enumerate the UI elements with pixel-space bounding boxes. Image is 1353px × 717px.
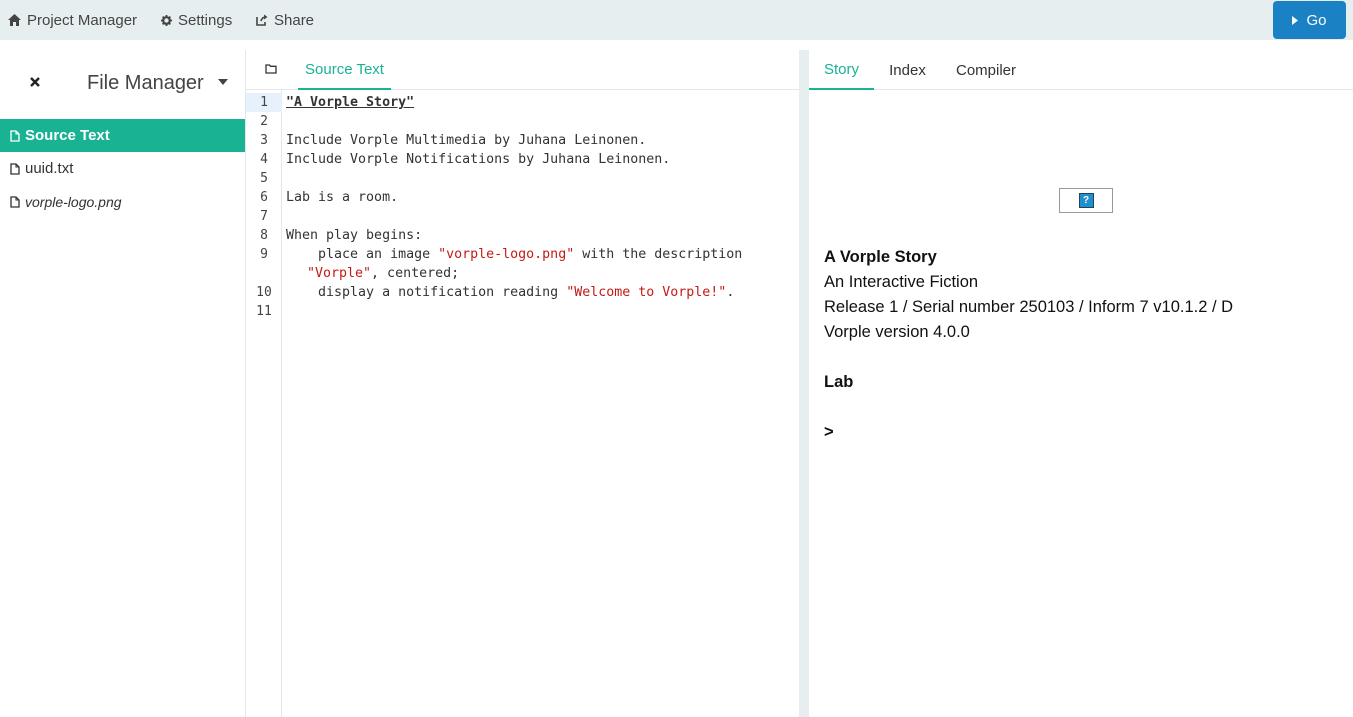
- line-number: 9: [260, 247, 268, 262]
- line-number: 4: [260, 152, 268, 167]
- top-toolbar: Project Manager Settings Share Go: [0, 0, 1353, 40]
- story-release: Release 1 / Serial number 250103 / Infor…: [824, 298, 1234, 316]
- code-text: .: [726, 285, 735, 300]
- file-item-label: vorple-logo.png: [25, 193, 122, 210]
- room-name: Lab: [824, 373, 854, 391]
- code-text: display a notification reading: [286, 285, 567, 300]
- code-line: "A Vorple Story": [286, 93, 414, 112]
- file-icon: [10, 129, 20, 142]
- code-string: "Vorple": [307, 266, 372, 281]
- code-line: display a notification reading "Welcome …: [286, 283, 734, 302]
- question-icon: ?: [1078, 193, 1094, 208]
- panel-resize-handle[interactable]: [799, 50, 809, 717]
- tab-source-text[interactable]: Source Text: [298, 50, 391, 90]
- story-vorple-version: Vorple version 4.0.0: [824, 323, 970, 341]
- home-icon: [8, 14, 21, 26]
- file-item-label: Source Text: [25, 127, 110, 144]
- go-label: Go: [1306, 11, 1327, 29]
- story-subtitle: An Interactive Fiction: [824, 273, 979, 291]
- file-item-uuid[interactable]: uuid.txt: [0, 152, 245, 185]
- share-button[interactable]: Share: [256, 0, 314, 40]
- code-editor[interactable]: 1 2 3 4 5 6 7 8 9 10 11 "A Vorple Story"…: [246, 90, 799, 717]
- tab-compiler[interactable]: Compiler: [943, 50, 1029, 90]
- code-line: Include Vorple Notifications by Juhana L…: [286, 152, 671, 167]
- story-title-code: "A Vorple Story": [286, 95, 415, 110]
- go-button[interactable]: Go: [1273, 1, 1346, 39]
- line-gutter: 1 2 3 4 5 6 7 8 9 10 11: [246, 90, 282, 717]
- code-line: place an image "vorple-logo.png" with th…: [286, 245, 742, 264]
- line-number: 10: [256, 285, 272, 300]
- right-tabbar: Story Index Compiler: [809, 50, 1353, 90]
- tab-story[interactable]: Story: [809, 50, 874, 90]
- code-line: Lab is a room.: [286, 190, 399, 205]
- line-number: 5: [260, 171, 268, 186]
- settings-label: Settings: [178, 11, 233, 29]
- settings-button[interactable]: Settings: [161, 0, 232, 40]
- share-icon: [256, 14, 268, 26]
- code-line: When play begins:: [286, 228, 423, 243]
- folder-icon: [265, 64, 277, 74]
- code-string: "Welcome to Vorple!": [566, 285, 727, 300]
- code-text: with the description: [574, 247, 743, 262]
- code-text: , centered;: [371, 266, 460, 281]
- line-number: 8: [260, 228, 268, 243]
- line-number: 6: [260, 190, 268, 205]
- toggle-file-manager-button[interactable]: [246, 50, 296, 88]
- project-manager-label: Project Manager: [27, 11, 138, 29]
- play-icon: [1292, 15, 1299, 25]
- line-number: 2: [260, 114, 268, 129]
- file-icon: [10, 162, 20, 175]
- line-number: 11: [256, 304, 272, 319]
- chevron-down-icon[interactable]: [218, 79, 228, 85]
- file-item-source-text[interactable]: Source Text: [0, 119, 245, 152]
- story-title: A Vorple Story: [824, 248, 937, 266]
- broken-image-placeholder: ?: [1059, 188, 1113, 213]
- gear-icon: [161, 14, 172, 26]
- file-item-vorple-logo[interactable]: vorple-logo.png: [0, 185, 245, 218]
- command-prompt[interactable]: >: [824, 420, 834, 445]
- code-line: Include Vorple Multimedia by Juhana Lein…: [286, 133, 647, 148]
- file-manager-title: File Manager: [87, 72, 204, 94]
- file-manager-panel: File Manager Source Text uuid.txt vorple…: [0, 50, 246, 717]
- file-item-label: uuid.txt: [25, 160, 74, 177]
- share-label: Share: [274, 11, 315, 29]
- code-line-wrap: "Vorple", centered;: [307, 264, 459, 283]
- project-manager-button[interactable]: Project Manager: [8, 0, 137, 40]
- tab-index[interactable]: Index: [876, 50, 939, 90]
- line-number: 7: [260, 209, 268, 224]
- line-number: 1: [246, 93, 282, 112]
- file-icon: [10, 195, 20, 208]
- code-text: place an image: [286, 247, 439, 262]
- line-number: 3: [260, 133, 268, 148]
- editor-tabbar: Source Text: [246, 50, 799, 90]
- story-output: ? A Vorple Story An Interactive Fiction …: [809, 90, 1353, 717]
- code-string: "vorple-logo.png": [438, 247, 575, 262]
- close-icon[interactable]: [29, 76, 41, 88]
